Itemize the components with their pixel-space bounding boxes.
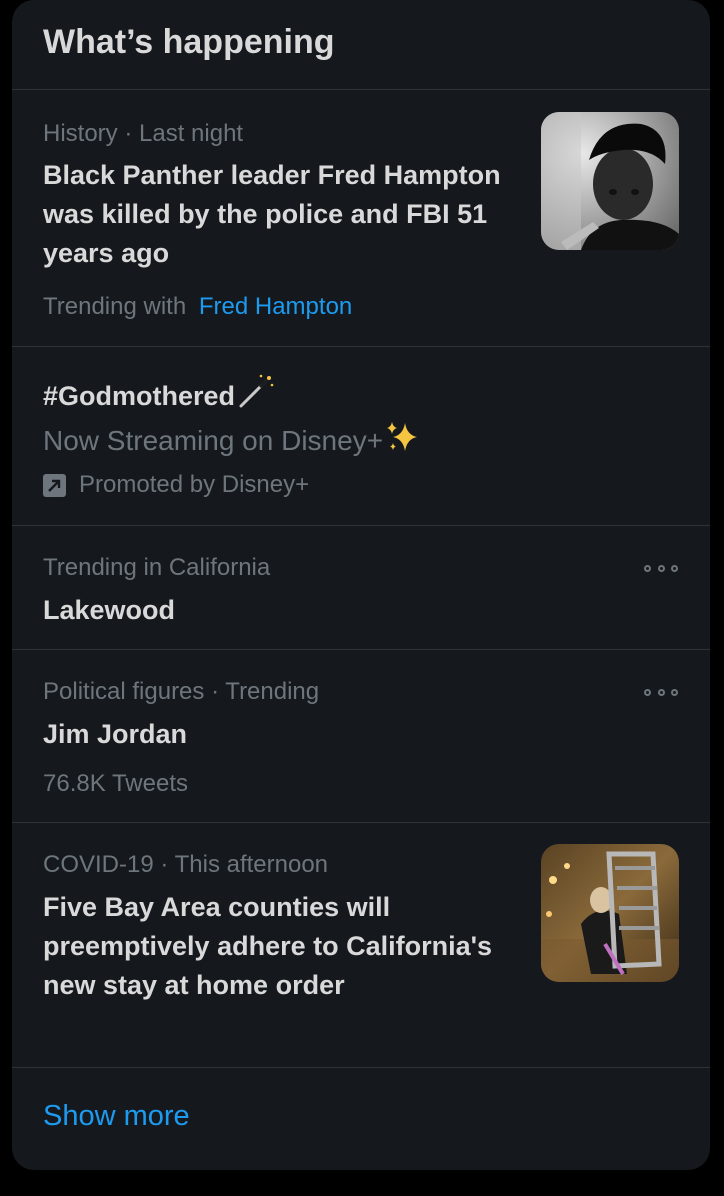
trending-with: Trending with Fred Hampton xyxy=(43,293,353,320)
promoted-label: Promoted by Disney+ xyxy=(43,471,309,499)
trend-item-covid[interactable]: COVID-19 · This afternoon Five Bay Area … xyxy=(12,823,710,1068)
trend-title: Jim Jordan xyxy=(43,719,188,749)
trend-item-lakewood[interactable]: Trending in California Lakewood xyxy=(12,526,710,650)
trend-meta: COVID-19 · This afternoon xyxy=(43,851,329,878)
fred-hampton-photo xyxy=(541,112,679,250)
sparkles-icon xyxy=(385,419,421,463)
more-options-icon[interactable] xyxy=(644,561,678,575)
panel-header: What’s happening xyxy=(12,0,710,90)
show-more-link[interactable]: Show more xyxy=(43,1100,190,1133)
trend-title: Five Bay Area counties will preemptively… xyxy=(43,892,493,1000)
trend-meta: Political figures · Trending xyxy=(43,678,320,705)
trend-title: Lakewood xyxy=(43,595,176,625)
chairs-photo xyxy=(541,844,679,982)
magic-wand-icon xyxy=(237,372,275,421)
tweet-count: 76.8K Tweets xyxy=(43,770,188,797)
trend-item-jim-jordan[interactable]: Political figures · Trending Jim Jordan … xyxy=(12,650,710,823)
promoted-trend-godmothered[interactable]: #Godmothered Now Streaming on Disney+ Pr… xyxy=(12,347,710,526)
trend-title: #Godmothered xyxy=(43,372,275,421)
trend-subtitle: Now Streaming on Disney+ xyxy=(43,419,421,463)
promoted-arrow-icon xyxy=(43,473,66,497)
trend-meta: Trending in California xyxy=(43,554,271,581)
whats-happening-panel: What’s happening History · Last night Bl… xyxy=(12,0,710,1170)
trending-with-link[interactable]: Fred Hampton xyxy=(199,293,352,320)
panel-title: What’s happening xyxy=(43,23,335,61)
trend-title: Black Panther leader Fred Hampton was ki… xyxy=(43,160,501,268)
trend-meta: History · Last night xyxy=(43,120,244,147)
trend-item-fred-hampton[interactable]: History · Last night Black Panther leade… xyxy=(12,90,710,347)
more-options-icon[interactable] xyxy=(644,685,678,699)
